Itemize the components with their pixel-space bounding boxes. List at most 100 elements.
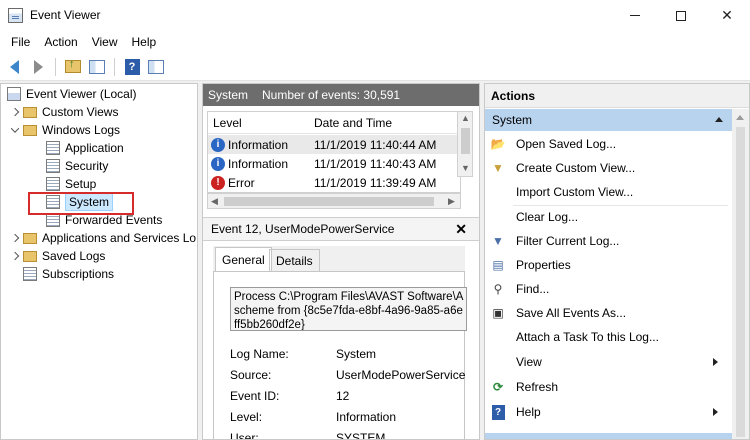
table-row[interactable]: i Information 11/1/2019 11:40:43 AM [208, 154, 462, 173]
row-level: Error [228, 175, 255, 190]
open-folder-icon: 📂 [490, 137, 506, 151]
expand-icon[interactable] [10, 233, 20, 243]
console-tree-icon [89, 59, 105, 74]
log-icon [46, 141, 60, 155]
actions-section-header[interactable]: System [485, 109, 732, 131]
action-properties[interactable]: ▤ Properties [485, 254, 730, 276]
properties-icon: ▤ [492, 258, 504, 272]
back-button[interactable] [4, 57, 24, 77]
actions-scrollbar[interactable] [732, 109, 749, 439]
action-filter-current-log[interactable]: ▼ Filter Current Log... [485, 230, 730, 252]
events-table: Level Date and Time i Information 11/1/2… [207, 111, 462, 193]
window-title: Event Viewer [30, 8, 101, 22]
action-attach-task[interactable]: Attach a Task To this Log... [485, 326, 730, 348]
event-description[interactable]: Process C:\Program Files\AVAST Software\… [230, 287, 467, 331]
folder-up-icon [65, 58, 81, 73]
action-refresh[interactable]: ⟳ Refresh [485, 376, 730, 398]
scroll-thumb[interactable] [224, 197, 434, 206]
action-open-saved-log[interactable]: 📂 Open Saved Log... [485, 133, 730, 155]
tree-item-root[interactable]: Event Viewer (Local) [7, 85, 137, 103]
scroll-thumb[interactable] [736, 127, 745, 437]
up-folder-button[interactable] [63, 57, 83, 77]
tab-details[interactable]: Details [269, 249, 320, 271]
back-arrow-icon [9, 59, 19, 74]
tree-item-subscriptions[interactable]: Subscriptions [23, 265, 114, 283]
event-section-header[interactable] [485, 433, 732, 439]
tree-item-custom-views[interactable]: Custom Views [10, 103, 118, 121]
folder-icon [23, 250, 37, 262]
field-label: Event ID: [230, 389, 280, 403]
menu-view[interactable]: View [85, 31, 125, 53]
help-button[interactable]: ? [122, 57, 142, 77]
minimize-button[interactable] [612, 0, 658, 31]
collapse-arrow-icon[interactable] [715, 117, 723, 122]
close-button[interactable]: ✕ [704, 0, 750, 31]
tab-general[interactable]: General [215, 247, 272, 272]
table-row[interactable]: ! Error 11/1/2019 11:39:49 AM [208, 173, 462, 192]
field-label: Source: [230, 368, 272, 382]
folder-icon [23, 232, 37, 244]
action-clear-log[interactable]: Clear Log... [485, 206, 730, 228]
forward-button[interactable] [28, 57, 48, 77]
tree-item-application[interactable]: Application [46, 139, 124, 157]
event-detail-panel: General Details Process C:\Program Files… [213, 246, 467, 440]
information-icon: i [211, 156, 225, 171]
scroll-up-icon[interactable] [736, 115, 744, 120]
action-save-all-events[interactable]: ▣ Save All Events As... [485, 302, 730, 324]
toolbar-separator [114, 57, 115, 76]
actions-pane: Actions System 📂 Open Saved Log... ▼ Cre… [484, 83, 750, 440]
folder-icon [23, 106, 37, 118]
field-value: SYSTEM [336, 431, 386, 440]
navigation-tree: Event Viewer (Local) Custom Views Window… [0, 83, 198, 440]
scroll-thumb[interactable] [461, 128, 470, 154]
error-icon: ! [211, 175, 225, 190]
close-icon[interactable]: ✕ [455, 221, 467, 238]
title-bar: Event Viewer ✕ [0, 0, 750, 31]
submenu-arrow-icon [713, 408, 718, 416]
menu-action[interactable]: Action [37, 31, 84, 53]
action-import-custom-view[interactable]: Import Custom View... [485, 181, 730, 203]
event-count: Number of events: 30,591 [262, 88, 401, 102]
submenu-arrow-icon [713, 358, 718, 366]
expand-icon[interactable] [10, 251, 20, 261]
menu-file[interactable]: File [4, 31, 37, 53]
tree-label: Subscriptions [42, 267, 115, 281]
show-hide-tree-button[interactable] [87, 57, 107, 77]
tree-item-setup[interactable]: Setup [46, 175, 96, 193]
action-find[interactable]: ⚲ Find... [485, 278, 730, 300]
help-icon: ? [124, 58, 140, 75]
column-date[interactable]: Date and Time [314, 116, 392, 130]
table-vertical-scrollbar[interactable]: ▲ ▼ [457, 111, 473, 177]
scroll-up-icon[interactable]: ▲ [461, 113, 470, 123]
tree-item-windows-logs[interactable]: Windows Logs [10, 121, 120, 139]
event-detail-title: Event 12, UserModePowerService [211, 222, 395, 236]
log-icon [46, 213, 60, 227]
event-list-pane: System Number of events: 30,591 Level Da… [202, 83, 480, 440]
column-level[interactable]: Level [213, 116, 242, 130]
action-help[interactable]: ? Help [485, 401, 730, 423]
toolbar-separator [55, 57, 56, 76]
action-create-custom-view[interactable]: ▼ Create Custom View... [485, 157, 730, 179]
tree-item-apps-services[interactable]: Applications and Services Lo [10, 229, 196, 247]
table-horizontal-scrollbar[interactable]: ◀ ▶ [207, 193, 461, 209]
menu-help[interactable]: Help [125, 31, 164, 53]
maximize-icon [676, 10, 686, 21]
show-hide-action-pane-button[interactable] [146, 57, 166, 77]
tree-item-saved-logs[interactable]: Saved Logs [10, 247, 105, 265]
action-pane-icon [148, 59, 164, 74]
field-value: UserModePowerService [336, 368, 466, 382]
tree-item-security[interactable]: Security [46, 157, 108, 175]
minimize-icon [630, 15, 640, 16]
filter-icon: ▼ [492, 161, 504, 175]
table-row[interactable]: i Information 11/1/2019 11:40:44 AM [208, 135, 462, 154]
scroll-left-icon[interactable]: ◀ [211, 196, 218, 207]
scroll-right-icon[interactable]: ▶ [448, 196, 455, 207]
expand-icon[interactable] [10, 107, 20, 117]
tree-label: Setup [65, 177, 97, 191]
action-view[interactable]: View [485, 351, 730, 373]
collapse-icon[interactable] [10, 124, 20, 135]
subscriptions-icon [23, 267, 37, 281]
maximize-button[interactable] [658, 0, 704, 31]
scroll-down-icon[interactable]: ▼ [461, 163, 470, 173]
field-label: User: [230, 431, 259, 440]
